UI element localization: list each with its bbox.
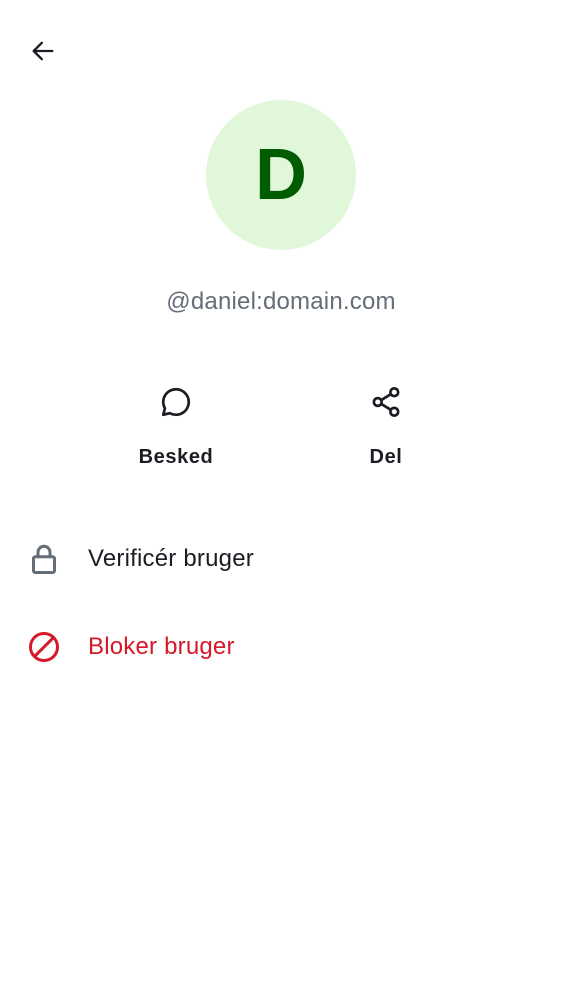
arrow-left-icon [32, 41, 54, 61]
back-button[interactable] [20, 28, 66, 74]
block-user-label: Bloker bruger [88, 633, 235, 660]
share-button[interactable]: Del [321, 378, 451, 469]
avatar[interactable]: D [206, 100, 356, 250]
avatar-initial: D [255, 135, 307, 215]
message-button[interactable]: Besked [111, 378, 241, 469]
user-profile-screen: D @daniel:domain.com Besked Del Verificé… [0, 0, 562, 1000]
lock-icon [22, 537, 66, 581]
chat-bubble-icon [152, 378, 200, 426]
message-button-label: Besked [138, 446, 214, 468]
verify-user-label: Verificér bruger [88, 545, 254, 572]
share-button-label: Del [369, 446, 403, 468]
share-icon [362, 378, 410, 426]
block-user-item[interactable]: Bloker bruger [0, 615, 562, 679]
verify-user-item[interactable]: Verificér bruger [0, 527, 562, 591]
user-id: @daniel:domain.com [166, 288, 396, 315]
block-icon [22, 625, 66, 669]
